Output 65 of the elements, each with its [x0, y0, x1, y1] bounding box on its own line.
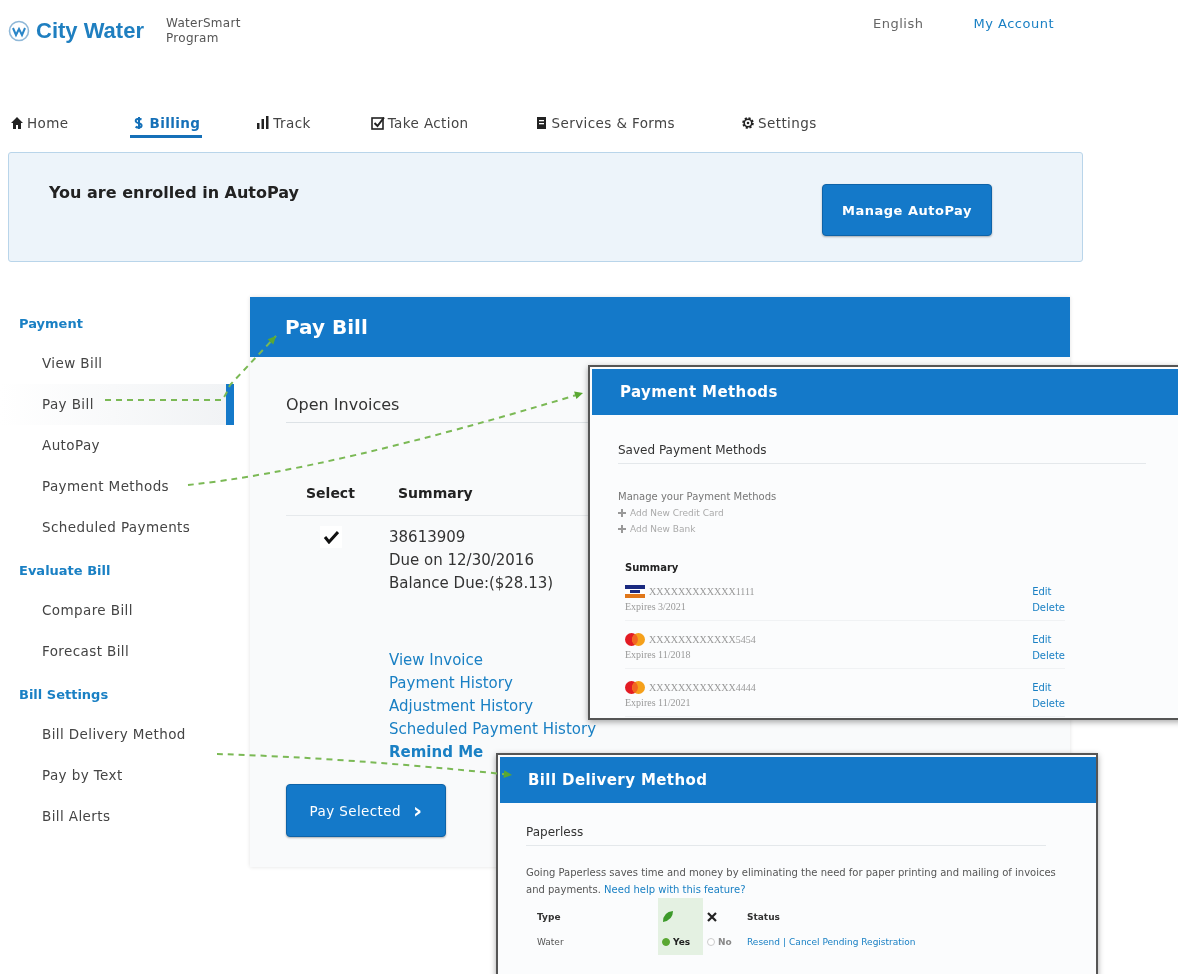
- section-heading: Saved Payment Methods: [618, 443, 1146, 464]
- nav-tab[interactable]: Settings: [739, 112, 819, 138]
- sidebar-item[interactable]: View Bill: [0, 343, 234, 384]
- description-text: Going Paperless saves time and money by eliminating the need for paper printing and mailing of invoices and payments. Need help with this feature?: [526, 866, 1056, 897]
- sidebar-heading: Evaluate Bill: [18, 562, 112, 580]
- invoice-link[interactable]: Payment History: [389, 672, 513, 695]
- window-title: Bill Delivery Method: [500, 757, 1096, 803]
- nav-tab[interactable]: Billing: [130, 112, 203, 138]
- section-heading: Paperless: [526, 825, 1046, 846]
- column-header: Select: [306, 485, 356, 501]
- language-link[interactable]: English: [873, 16, 924, 31]
- nav-tab[interactable]: Take Action: [368, 112, 471, 138]
- invoice-detail: Due on 12/30/2016: [389, 550, 535, 571]
- manage-autopay-button[interactable]: Manage AutoPay: [822, 184, 992, 236]
- radio-option[interactable]: No: [707, 937, 732, 947]
- sidebar-heading: Payment: [18, 315, 84, 333]
- sidebar-heading: Bill Settings: [18, 686, 110, 704]
- column-header: Summary: [625, 562, 680, 573]
- separator: |: [783, 937, 787, 947]
- banner-message: You are enrolled in AutoPay: [49, 183, 300, 202]
- account-link[interactable]: My Account: [973, 16, 1054, 31]
- help-link[interactable]: Need help with this feature?: [604, 884, 746, 895]
- program-name: WaterSmart Program: [166, 16, 242, 46]
- nav-tab[interactable]: Track: [254, 112, 313, 138]
- card-expiry: Expires 11/2018: [625, 648, 692, 662]
- sidebar-item[interactable]: Forecast Bill: [0, 631, 234, 672]
- card-action-link[interactable]: Delete: [1032, 600, 1065, 616]
- panel-title: Pay Bill: [250, 297, 1070, 357]
- invoice-link[interactable]: Remind Me: [389, 741, 484, 764]
- table-cell-text: Water: [536, 936, 565, 949]
- card-expiry: Expires 11/2021: [625, 696, 692, 710]
- column-header: Type: [536, 910, 562, 924]
- sidebar-item[interactable]: Scheduled Payments: [0, 507, 234, 548]
- pay-selected-button[interactable]: Pay Selected ›: [286, 784, 446, 837]
- status-link[interactable]: Cancel Pending Registration: [789, 937, 916, 947]
- card-expiry: Expires 3/2021: [625, 600, 687, 614]
- add-link[interactable]: Add New Bank: [618, 523, 1166, 534]
- card-number: XXXXXXXXXXXX1111: [649, 585, 755, 599]
- brand-name: City Water: [36, 18, 144, 44]
- card-action-link[interactable]: Edit: [1032, 680, 1065, 696]
- sidebar-item[interactable]: Compare Bill: [0, 590, 234, 631]
- sidebar-item[interactable]: Payment Methods: [0, 466, 234, 507]
- status-link[interactable]: Resend: [747, 937, 781, 947]
- sidebar-item[interactable]: AutoPay: [0, 425, 234, 466]
- card-number: XXXXXXXXXXXX4444: [649, 681, 756, 695]
- nav-tab[interactable]: Services & Forms: [532, 112, 678, 138]
- add-link[interactable]: Add New Credit Card: [618, 507, 1166, 518]
- invoice-detail: Balance Due:($28.13): [389, 573, 554, 594]
- sidebar-item[interactable]: Pay by Text: [0, 755, 234, 796]
- invoice-link[interactable]: Adjustment History: [389, 695, 534, 718]
- column-header: Status: [746, 910, 781, 924]
- subheading: Manage your Payment Methods: [618, 491, 778, 502]
- card-number: XXXXXXXXXXXX5454: [649, 633, 756, 647]
- invoice-link[interactable]: Scheduled Payment History: [389, 718, 597, 741]
- card-action-link[interactable]: Edit: [1032, 584, 1065, 600]
- card-action-link[interactable]: Delete: [1032, 648, 1065, 664]
- card-action-link[interactable]: Edit: [1032, 632, 1065, 648]
- nav-tab[interactable]: Home: [8, 112, 71, 138]
- sidebar-item[interactable]: Bill Delivery Method: [0, 714, 234, 755]
- invoice-detail: 38613909: [389, 527, 467, 548]
- sidebar-item[interactable]: Bill Alerts: [0, 796, 234, 837]
- window-title: Payment Methods: [592, 369, 1178, 415]
- invoice-link[interactable]: View Invoice: [389, 649, 483, 672]
- column-header: Summary: [398, 485, 473, 501]
- card-action-link[interactable]: Delete: [1032, 696, 1065, 712]
